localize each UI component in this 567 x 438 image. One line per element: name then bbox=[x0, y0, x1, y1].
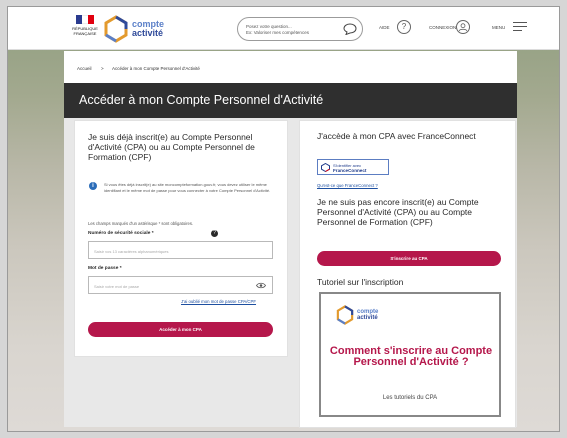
gov-label: RÉPUBLIQUE FRANÇAISE bbox=[72, 26, 98, 36]
tutorial-video-thumbnail[interactable]: compte activité Comment s'inscrire au Co… bbox=[319, 292, 501, 417]
search-placeholder-example: Ex: Valoriser mes compétences bbox=[246, 30, 309, 35]
hamburger-menu-icon[interactable] bbox=[513, 22, 527, 32]
flag-icon bbox=[76, 15, 94, 24]
user-icon[interactable] bbox=[456, 20, 470, 34]
compte-activite-logo-icon[interactable] bbox=[102, 15, 130, 43]
franceconnect-card: J'accède à mon CPA avec FranceConnect S'… bbox=[299, 120, 516, 428]
forgot-password-link[interactable]: J'ai oublié mon mot de passe CPA/CPF bbox=[181, 299, 256, 304]
compte-activite-logo-icon bbox=[336, 305, 354, 325]
login-card: Je suis déjà inscrit(e) au Compte Person… bbox=[74, 120, 288, 357]
video-subtitle: Les tutoriels du CPA bbox=[382, 395, 438, 401]
breadcrumb-separator: > bbox=[101, 66, 104, 71]
register-cpa-button[interactable]: S'inscrire au CPA bbox=[317, 251, 501, 266]
info-icon: i bbox=[89, 182, 97, 190]
browser-frame: RÉPUBLIQUE FRANÇAISE compte activité Pos… bbox=[7, 6, 560, 432]
franceconnect-button[interactable]: S'identifier avec FranceConnect bbox=[317, 159, 389, 175]
breadcrumb-home[interactable]: Accueil bbox=[77, 66, 92, 71]
tutorial-title: Tutoriel sur l'inscription bbox=[317, 277, 404, 287]
video-heading: Comment s'inscrire au Compte Personnel d… bbox=[329, 345, 493, 368]
search-box[interactable]: Posez votre question... Ex: Valoriser me… bbox=[237, 17, 363, 41]
ssn-input[interactable] bbox=[94, 248, 244, 254]
password-field[interactable] bbox=[88, 276, 273, 294]
access-cpa-button[interactable]: Accéder à mon CPA bbox=[88, 322, 273, 337]
password-label: Mot de passe * bbox=[88, 266, 122, 271]
required-fields-note: Les champs marqués d'un astérisque * son… bbox=[88, 221, 194, 226]
page-title: Accéder à mon Compte Personnel d'Activit… bbox=[79, 93, 324, 107]
chat-bubble-icon[interactable] bbox=[343, 23, 357, 35]
help-icon[interactable]: ? bbox=[397, 20, 411, 34]
search-placeholder: Posez votre question... bbox=[246, 24, 292, 29]
login-link[interactable]: CONNEXION bbox=[429, 25, 456, 30]
login-card-title: Je suis déjà inscrit(e) au Compte Person… bbox=[88, 132, 255, 162]
what-is-franceconnect-link[interactable]: Qu'est-ce que FranceConnect ? bbox=[317, 183, 378, 188]
show-password-eye-icon[interactable] bbox=[256, 282, 266, 289]
page-title-bar: Accéder à mon Compte Personnel d'Activit… bbox=[64, 83, 517, 118]
ssn-label: Numéro de sécurité sociale * bbox=[88, 231, 154, 236]
breadcrumb: Accueil > Accéder à mon Compte Personnel… bbox=[64, 51, 517, 83]
franceconnect-card-title: J'accède à mon CPA avec FranceConnect bbox=[317, 131, 476, 141]
help-link[interactable]: AIDE bbox=[379, 25, 390, 30]
ssn-field[interactable] bbox=[88, 241, 273, 259]
menu-link[interactable]: MENU bbox=[492, 25, 505, 30]
breadcrumb-current: Accéder à mon Compte Personnel d'Activit… bbox=[112, 66, 200, 71]
site-header: RÉPUBLIQUE FRANÇAISE compte activité Pos… bbox=[8, 7, 559, 50]
not-registered-text: Je ne suis pas encore inscrit(e) au Comp… bbox=[317, 197, 479, 227]
info-message: Si vous êtes déjà inscrit(e) au site mon… bbox=[104, 182, 271, 193]
ssn-help-icon[interactable]: ? bbox=[211, 230, 218, 237]
password-input[interactable] bbox=[94, 283, 244, 289]
franceconnect-logo-icon bbox=[321, 163, 330, 172]
marianne-logo[interactable]: RÉPUBLIQUE FRANÇAISE bbox=[72, 15, 98, 41]
video-logo-text: compte activité bbox=[357, 309, 379, 321]
site-logo-text[interactable]: compte activité bbox=[132, 20, 164, 38]
